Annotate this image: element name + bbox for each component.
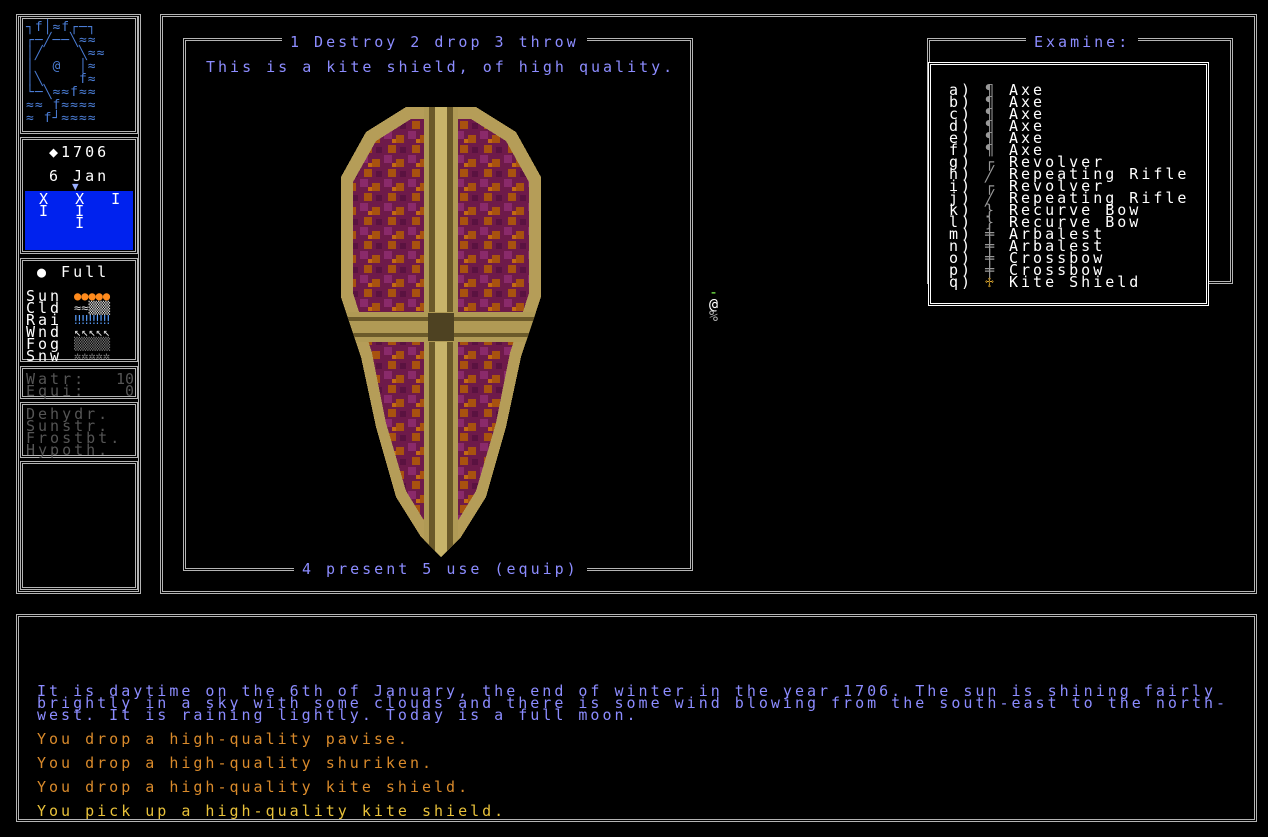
item-description: This is a kite shield, of high quality.: [206, 58, 676, 76]
stat-row: Equi: 0: [26, 382, 134, 400]
item-pile-glyph[interactable]: %: [709, 309, 721, 324]
item-panel: 1 Destroy 2 drop 3 throw This is a kite …: [183, 35, 693, 577]
examine-item-name: Kite Shield: [1009, 273, 1142, 291]
empty-sidebar-panel: [20, 461, 138, 590]
condition-label: Hypoth.: [26, 441, 111, 459]
calendar-grid: X X II I I: [25, 191, 133, 250]
weather-row: Snw ✲✲✲✲✲: [26, 347, 136, 365]
item-actions-bottom[interactable]: 4 present 5 use (equip): [294, 562, 587, 577]
examine-title: Examine:: [1026, 35, 1139, 50]
stats-panel: Watr: 10 Equi: 0: [20, 366, 138, 399]
stat-value: 0: [124, 382, 134, 400]
minimap-panel: ┐f│≈f┌─┐ ┌─╱──╲≈≈ │╱ ╲≈≈ │ @ │≈ │╲ f≈ └─╲≈≈f≈…: [20, 16, 138, 134]
conditions-panel: Dehydr. Sunstr. Frostbt. Hypoth.: [20, 402, 138, 458]
kite-shield-image: [341, 107, 541, 557]
calendar-panel: ◆1706 6 Jan ▼ X X II I I: [20, 137, 138, 254]
minimap[interactable]: ┐f│≈f┌─┐ ┌─╱──╲≈≈ │╱ ╲≈≈ │ @ │≈ │╲ f≈ └─╲≈≈f≈…: [26, 21, 105, 125]
examine-item[interactable]: q) ♱ Kite Shield: [949, 273, 1199, 291]
examine-item-icon: ♱: [985, 273, 998, 291]
item-actions-top[interactable]: 1 Destroy 2 drop 3 throw: [282, 35, 587, 50]
stat-label: Equi:: [26, 382, 87, 400]
minimap-row: ≈ f┘≈≈≈≈: [26, 111, 97, 126]
examine-list: a) ¶ Axe b) ¶ Axe c) ¶ Axe d) ¶ Axe e) ¶ Axe f) ¶ Axe g) ┌ R…: [928, 62, 1209, 306]
weather-bar: ✲✲✲✲✲: [74, 349, 111, 363]
narration-text: It is daytime on the 6th of January, the…: [37, 684, 1228, 723]
weather-panel: ● Full Sun ●●●●● Cld ≈≈▒▒▒ Rai ‼‼‼‼‼ Wnd ↖↖↖↖↖ F…: [20, 258, 138, 365]
message-log: It is daytime on the 6th of January, the…: [16, 614, 1257, 822]
calendar-row: I: [39, 214, 88, 232]
log-message: You pick up a high-quality kite shield.: [37, 802, 507, 820]
examine-item-key: q): [949, 273, 974, 291]
moon-phase: ● Full: [37, 263, 110, 281]
weather-label: Snw: [26, 347, 63, 365]
year-label: ◆1706: [49, 143, 110, 161]
